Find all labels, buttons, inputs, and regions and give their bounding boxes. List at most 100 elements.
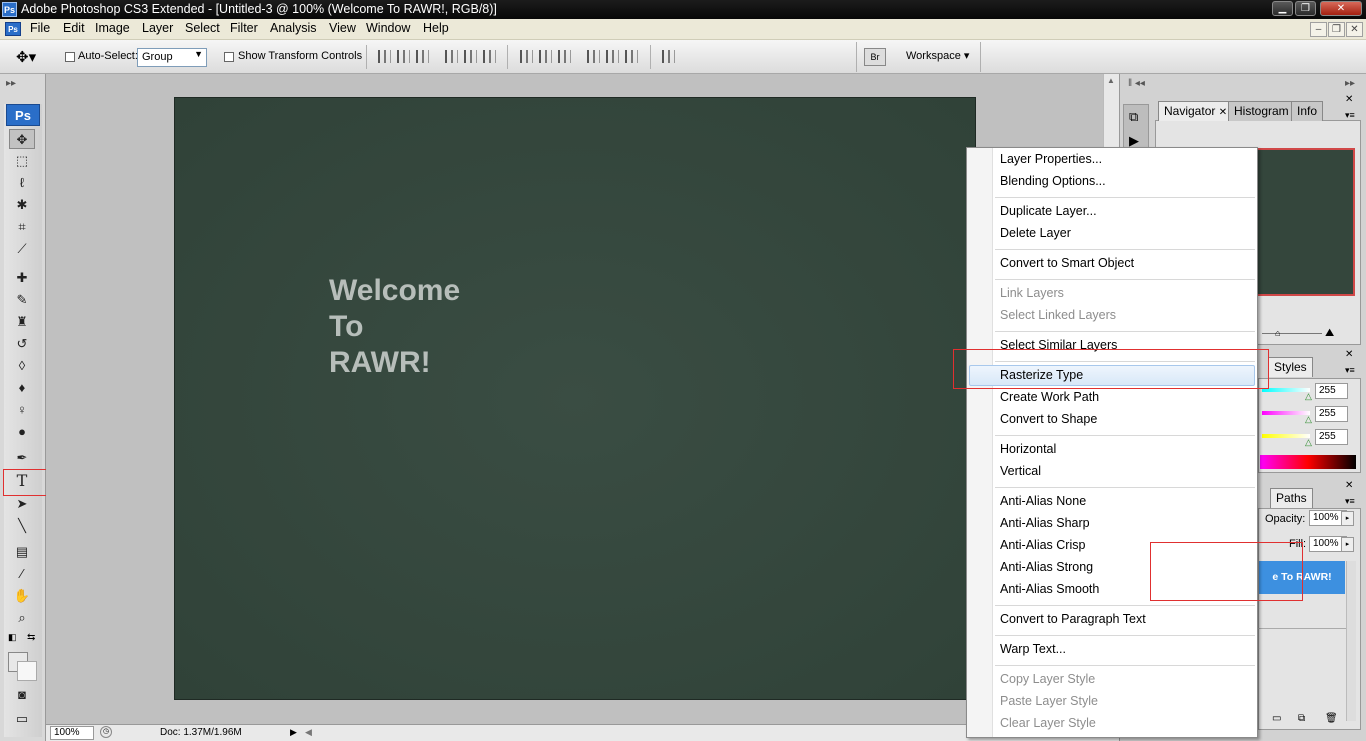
distribute-hcenter-icon[interactable] <box>606 50 619 63</box>
menu-item-duplicate-layer[interactable]: Duplicate Layer... <box>1000 201 1097 222</box>
menu-view[interactable]: View <box>329 21 356 35</box>
menu-item-delete-layer[interactable]: Delete Layer <box>1000 223 1071 244</box>
clone-stamp-tool-icon[interactable]: ♜ <box>9 312 35 332</box>
document-canvas[interactable] <box>174 97 976 700</box>
line-tool-icon[interactable]: ╲ <box>9 516 35 536</box>
zoom-slider-handle[interactable]: ⌂ <box>1275 328 1280 338</box>
eraser-tool-icon[interactable]: ◊ <box>9 356 35 376</box>
doc-restore-button[interactable]: ❐ <box>1328 22 1345 37</box>
menu-item-anti-alias-none[interactable]: Anti-Alias None <box>1000 491 1086 512</box>
distribute-vcenter-icon[interactable] <box>539 50 552 63</box>
close-icon[interactable]: ✕ <box>1345 349 1353 360</box>
auto-select-checkbox[interactable] <box>65 52 75 62</box>
opacity-slider-arrow-icon[interactable]: ▸ <box>1341 511 1354 526</box>
hand-tool-icon[interactable]: ✋ <box>9 586 35 606</box>
menu-item-anti-alias-smooth[interactable]: Anti-Alias Smooth <box>1000 579 1099 600</box>
slider-handle-icon[interactable]: △ <box>1305 391 1312 402</box>
red-slider[interactable] <box>1262 388 1310 392</box>
ps-logo[interactable]: Ps <box>6 104 40 126</box>
move-tool-icon[interactable]: ✥ <box>9 129 35 149</box>
menu-item-anti-alias-crisp[interactable]: Anti-Alias Crisp <box>1000 535 1085 556</box>
color-spectrum-bar[interactable] <box>1260 455 1356 469</box>
distribute-left-icon[interactable] <box>587 50 600 63</box>
menu-item-layer-properties[interactable]: Layer Properties... <box>1000 149 1102 170</box>
history-brush-tool-icon[interactable]: ↺ <box>9 334 35 354</box>
pen-tool-icon[interactable]: ✒ <box>9 448 35 468</box>
red-value[interactable]: 255 <box>1315 383 1348 399</box>
crop-tool-icon[interactable]: ⌗ <box>9 217 35 237</box>
menu-item-convert-to-shape[interactable]: Convert to Shape <box>1000 409 1097 430</box>
show-transform-checkbox[interactable] <box>224 52 234 62</box>
align-bottom-icon[interactable] <box>416 50 429 63</box>
menu-item-blending-options[interactable]: Blending Options... <box>1000 171 1106 192</box>
history-panel-icon[interactable]: ⧉ <box>1129 109 1138 125</box>
doc-close-button[interactable]: ✕ <box>1346 22 1363 37</box>
panel-menu-icon[interactable]: ▾≡ <box>1345 110 1355 121</box>
eyedropper-tool-icon[interactable]: ⁄ <box>9 564 35 584</box>
menu-item-create-work-path[interactable]: Create Work Path <box>1000 387 1099 408</box>
marquee-tool-icon[interactable]: ⬚ <box>9 151 35 171</box>
paint-bucket-tool-icon[interactable]: ♦ <box>9 378 35 398</box>
menu-item-convert-to-smart-object[interactable]: Convert to Smart Object <box>1000 253 1134 274</box>
menu-analysis[interactable]: Analysis <box>270 21 317 35</box>
menu-item-horizontal[interactable]: Horizontal <box>1000 439 1056 460</box>
green-slider[interactable] <box>1262 411 1310 415</box>
maximize-button[interactable]: ❐ <box>1295 1 1316 16</box>
tab-styles[interactable]: Styles <box>1268 357 1313 377</box>
menu-item-convert-to-paragraph-text[interactable]: Convert to Paragraph Text <box>1000 609 1146 630</box>
menu-window[interactable]: Window <box>366 21 410 35</box>
menu-filter[interactable]: Filter <box>230 21 258 35</box>
align-hcenter-icon[interactable] <box>464 50 477 63</box>
align-left-icon[interactable] <box>445 50 458 63</box>
distribute-right-icon[interactable] <box>625 50 638 63</box>
blue-value[interactable]: 255 <box>1315 429 1348 445</box>
tab-paths[interactable]: Paths <box>1270 488 1313 508</box>
zoom-tool-icon[interactable]: ⌕ <box>9 608 35 628</box>
zoom-slider[interactable] <box>1262 333 1322 334</box>
go-to-bridge-icon[interactable]: Br <box>864 48 886 66</box>
menu-item-warp-text[interactable]: Warp Text... <box>1000 639 1066 660</box>
tab-navigator[interactable]: Navigator ✕ <box>1158 101 1234 121</box>
align-right-icon[interactable] <box>483 50 496 63</box>
slice-tool-icon[interactable]: ⟋ <box>9 239 35 259</box>
blur-tool-icon[interactable]: ● <box>9 422 35 442</box>
dock-grip-icon[interactable]: ‖ ◂◂ <box>1128 78 1145 89</box>
close-icon[interactable]: ✕ <box>1345 480 1353 491</box>
delete-layer-icon[interactable]: 🗑 <box>1325 713 1338 724</box>
panel-menu-icon[interactable]: ▾≡ <box>1345 365 1355 376</box>
blue-slider[interactable] <box>1262 434 1310 438</box>
fill-slider-arrow-icon[interactable]: ▸ <box>1341 537 1354 552</box>
menu-item-anti-alias-sharp[interactable]: Anti-Alias Sharp <box>1000 513 1090 534</box>
quick-mask-icon[interactable]: ◙ <box>9 685 35 705</box>
scroll-up-icon[interactable]: ▲ <box>1107 76 1115 85</box>
align-top-icon[interactable] <box>378 50 391 63</box>
tab-info[interactable]: Info <box>1291 101 1324 121</box>
scroll-left-icon[interactable]: ◀ <box>305 727 312 738</box>
default-colors-icon[interactable]: ◧ <box>8 632 17 643</box>
auto-align-layers-icon[interactable] <box>662 50 675 63</box>
doc-minimize-button[interactable]: – <box>1310 22 1327 37</box>
slider-handle-icon[interactable]: △ <box>1305 437 1312 448</box>
zoom-field[interactable]: 100% <box>50 726 94 740</box>
zoom-in-icon[interactable]: ⛰ <box>1325 327 1334 340</box>
menu-image[interactable]: Image <box>95 21 130 35</box>
minimize-button[interactable]: ▁ <box>1272 1 1293 16</box>
lasso-tool-icon[interactable]: ℓ <box>9 173 35 193</box>
swap-colors-icon[interactable]: ⇆ <box>27 632 35 643</box>
status-info-icon[interactable]: ◷ <box>100 726 112 738</box>
dock-expand-icon[interactable]: ▸▸ <box>1345 78 1355 89</box>
notes-tool-icon[interactable]: ▤ <box>9 542 35 562</box>
new-layer-icon[interactable]: ⧉ <box>1298 713 1305 724</box>
green-value[interactable]: 255 <box>1315 406 1348 422</box>
tab-histogram[interactable]: Histogram <box>1228 101 1295 121</box>
close-icon[interactable]: ✕ <box>1219 107 1227 118</box>
background-color-swatch[interactable] <box>17 661 37 681</box>
menu-file[interactable]: File <box>30 21 50 35</box>
layers-scrollbar[interactable] <box>1346 561 1356 721</box>
slider-handle-icon[interactable]: △ <box>1305 414 1312 425</box>
new-group-icon[interactable]: ▭ <box>1272 713 1281 724</box>
workspace-menu[interactable]: Workspace ▾ <box>906 49 969 62</box>
distribute-top-icon[interactable] <box>520 50 533 63</box>
distribute-bottom-icon[interactable] <box>558 50 571 63</box>
dodge-tool-icon[interactable]: ♀ <box>9 400 35 420</box>
